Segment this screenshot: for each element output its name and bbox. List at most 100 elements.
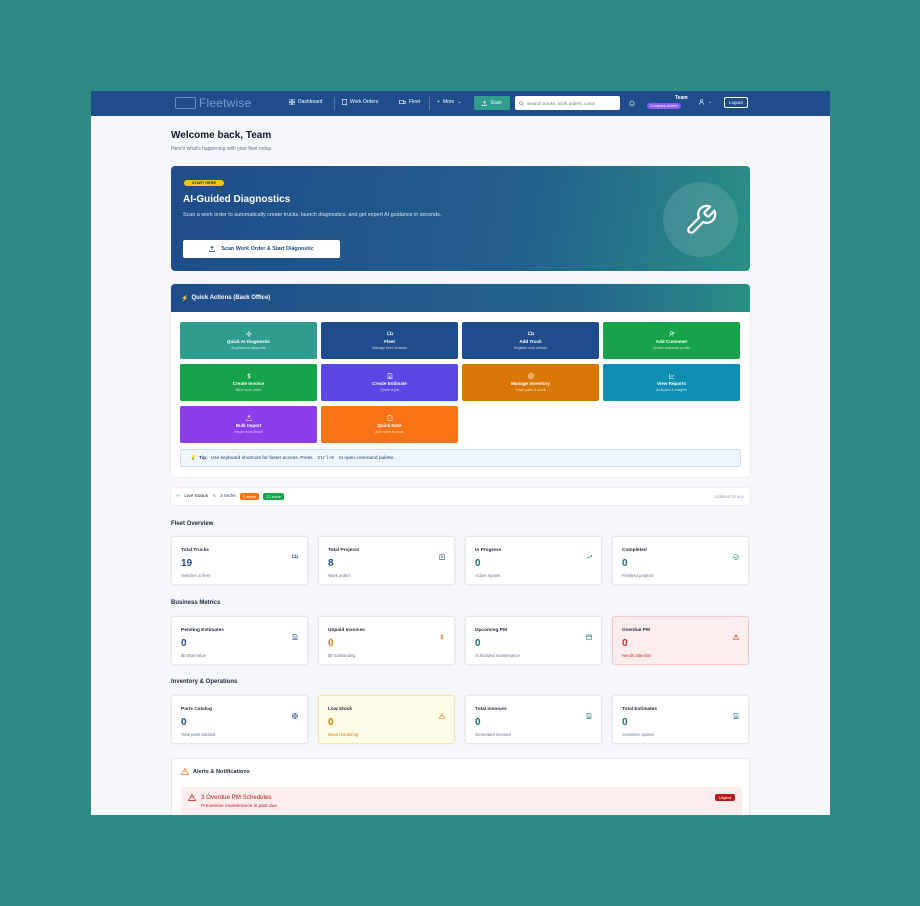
trend-icon: [586, 555, 592, 559]
quick-action-sub: Create customer profile: [652, 346, 691, 350]
urgent-badge: Urgent: [714, 794, 735, 801]
metric-value: 0: [622, 638, 628, 649]
metric-sub: Active repairs: [475, 573, 501, 578]
users-icon: [668, 331, 674, 337]
techs-count: 3 techs: [220, 494, 236, 499]
metric-icon: [292, 706, 298, 724]
metric-card-upcoming-pm[interactable]: Upcoming PM 0 Scheduled maintenance: [465, 616, 602, 665]
page-title: Welcome back, Team: [171, 130, 272, 141]
quick-action-label: View Reports: [656, 381, 687, 386]
nav-dashboard[interactable]: Dashboard: [289, 99, 322, 105]
quick-actions-title: Quick Actions (Back Office): [191, 295, 271, 301]
quick-action-label: Create Estimate: [372, 381, 407, 386]
metric-icon: [586, 706, 592, 724]
user-menu[interactable]: ⌄: [699, 99, 712, 105]
metric-label: Total Trucks: [181, 548, 209, 553]
metric-value: 0: [328, 717, 334, 728]
search-input[interactable]: [527, 100, 617, 106]
metric-card-unpaid-invoices[interactable]: Unpaid Invoices 0 $0 outstanding: [318, 616, 455, 665]
metric-card-in-progress[interactable]: In Progress 0 Active repairs: [465, 536, 602, 585]
quick-action-sub: Add notes to truck: [375, 430, 404, 434]
quick-action-sub: Register new vehicle: [513, 346, 548, 350]
metric-sub: Generated invoices: [475, 732, 512, 737]
quick-action-label: Create Invoice: [232, 381, 265, 386]
page-subtitle: Here's what's happening with your fleet …: [171, 146, 273, 152]
metric-icon: [733, 627, 739, 645]
search-bar[interactable]: [515, 96, 620, 110]
role-badge: Company Admin: [647, 103, 681, 109]
wifi-icon: ◠: [176, 493, 181, 500]
hero-illustration: [663, 182, 738, 257]
quick-action-label: Add Truck: [519, 339, 542, 344]
quick-actions-header: ⚡ Quick Actions (Back Office): [171, 284, 750, 312]
quick-action-sub: AI-powered diagnosis: [231, 346, 266, 350]
chart-icon: [668, 373, 674, 379]
nav-more[interactable]: + More ⌄: [437, 99, 462, 105]
quick-action-sub: Analytics & insights: [656, 388, 687, 392]
alert-title: 3 Overdue PM Schedules: [201, 794, 272, 801]
metric-label: Overdue PM: [622, 628, 650, 633]
metric-value: 0: [622, 558, 628, 569]
metric-card-total-projects[interactable]: Total Projects 8 Work orders: [318, 536, 455, 585]
truck-icon: [386, 331, 393, 336]
nav-dashboard-label: Dashboard: [298, 99, 323, 105]
quick-action-fleet[interactable]: Fleet Manage fleet vehicles: [321, 322, 458, 359]
nav-more-label: More: [442, 99, 455, 105]
metric-value: 0: [181, 638, 187, 649]
activity-icon: ∿: [212, 494, 217, 499]
note-icon: [387, 415, 392, 421]
fleet-overview-cards: Total Trucks 19 Vehicles in fleet Total Pro…: [171, 536, 750, 585]
logo[interactable]: Fleetwise: [175, 96, 251, 110]
scan-button[interactable]: Scan: [474, 96, 510, 110]
quick-action-bulk-import[interactable]: Bulk Import Import from Excel: [180, 406, 317, 443]
box-icon: [527, 373, 534, 379]
quick-action-create-estimate[interactable]: Create Estimate Quote a job: [321, 364, 458, 401]
metric-card-total-estimates[interactable]: Total Estimates 0 Customer quotes: [612, 695, 749, 744]
metric-sub: Needs attention: [622, 653, 652, 658]
scan-work-order-label: Scan Work Order & Start Diagnostic: [221, 246, 314, 252]
business-metrics-cards: Pending Estimates 0 $0 total value Unpaid I…: [171, 616, 750, 665]
metric-label: Upcoming PM: [475, 628, 507, 633]
clipboard-icon: [439, 554, 445, 560]
quick-action-view-reports[interactable]: View Reports Analytics & insights: [603, 364, 740, 401]
metric-card-parts-catalog[interactable]: Parts Catalog 0 Total parts tracked: [171, 695, 308, 744]
file-icon: [586, 713, 592, 719]
metric-card-completed[interactable]: Completed 0 Finished projects: [612, 536, 749, 585]
ai-diagnostics-banner: START HERE AI-Guided Diagnostics Scan a …: [171, 166, 750, 271]
logout-button[interactable]: Logout: [724, 97, 748, 108]
metric-sub: Need reordering: [328, 732, 359, 737]
quick-action-create-invoice[interactable]: Create Invoice Bill a work order: [180, 364, 317, 401]
metric-sub: Total parts tracked: [181, 732, 216, 737]
metric-icon: [292, 627, 298, 645]
file-icon: [733, 713, 739, 719]
nav-work-orders[interactable]: Work Orders: [342, 99, 378, 105]
quick-action-add-customer[interactable]: Add Customer Create customer profile: [603, 322, 740, 359]
quick-action-quick-note[interactable]: Quick Note Add notes to truck: [321, 406, 458, 443]
quick-action-add-truck[interactable]: Add Truck Register new vehicle: [462, 322, 599, 359]
metric-card-total-trucks[interactable]: Total Trucks 19 Vehicles in fleet: [171, 536, 308, 585]
quick-action-quick-ai-diagnostic[interactable]: Quick AI Diagnostic AI-powered diagnosis: [180, 322, 317, 359]
metric-label: Total Estimates: [622, 707, 658, 712]
metric-icon: [733, 547, 739, 565]
bell-icon[interactable]: [629, 100, 635, 107]
scan-work-order-button[interactable]: Scan Work Order & Start Diagnostic: [183, 240, 340, 258]
tip-end: to open command palette.: [339, 455, 395, 461]
warning-icon: [181, 768, 189, 775]
metric-card-pending-estimates[interactable]: Pending Estimates 0 $0 total value: [171, 616, 308, 665]
alert-description: Preventive maintenance is past due: [201, 804, 277, 809]
tip-banner: 💡 Tip: Use keyboard shortcuts for faster…: [180, 449, 741, 467]
nav-fleet[interactable]: Fleet: [399, 99, 420, 105]
metric-card-low-stock[interactable]: Low Stock 0 Need reordering: [318, 695, 455, 744]
upload-icon: [209, 246, 216, 252]
metric-label: Low Stock: [328, 707, 352, 712]
metric-sub: Scheduled maintenance: [475, 653, 520, 658]
metric-card-total-invoices[interactable]: Total Invoices 0 Generated invoices: [465, 695, 602, 744]
metric-value: 0: [328, 638, 334, 649]
quick-action-manage-inventory[interactable]: Manage Inventory Track parts & stock: [462, 364, 599, 401]
alert-item[interactable]: 3 Overdue PM Schedules Preventive mainte…: [181, 787, 742, 815]
metric-icon: [733, 706, 739, 724]
metric-value: 0: [181, 717, 187, 728]
plus-icon: +: [437, 99, 440, 105]
metric-card-overdue-pm[interactable]: Overdue PM 0 Needs attention: [612, 616, 749, 665]
upload-icon: [245, 415, 252, 421]
